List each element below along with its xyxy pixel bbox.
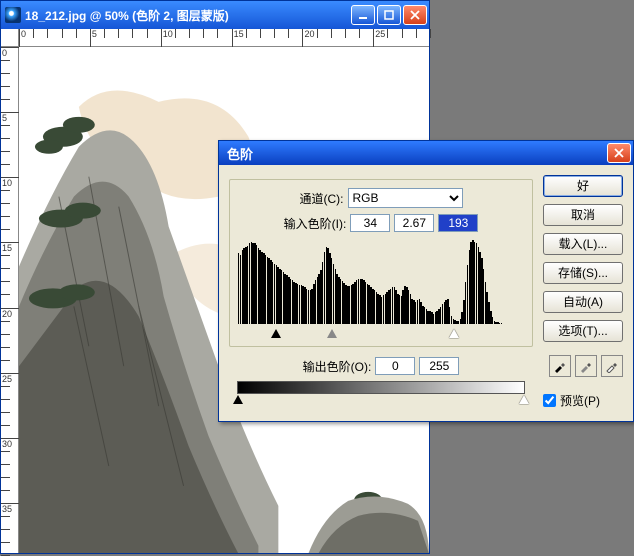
channel-label: 通道(C): bbox=[300, 190, 344, 207]
preview-checkbox[interactable] bbox=[543, 394, 556, 407]
black-eyedropper[interactable] bbox=[549, 355, 571, 377]
close-button[interactable] bbox=[403, 5, 427, 25]
output-gradient[interactable] bbox=[237, 381, 525, 394]
histogram bbox=[238, 238, 524, 338]
preview-label: 预览(P) bbox=[560, 392, 600, 409]
output-black-field[interactable]: 0 bbox=[375, 357, 415, 375]
input-group: 通道(C): RGB 输入色阶(I): 34 2.67 193 bbox=[229, 179, 533, 347]
cancel-button[interactable]: 取消 bbox=[543, 204, 623, 226]
ok-button[interactable]: 好 bbox=[543, 175, 623, 197]
ruler-vertical: 05101520253035 bbox=[1, 47, 19, 553]
save-button[interactable]: 存储(S)... bbox=[543, 262, 623, 284]
output-white-field[interactable]: 255 bbox=[419, 357, 459, 375]
black-point-slider[interactable] bbox=[271, 329, 281, 338]
gamma-slider[interactable] bbox=[327, 329, 337, 338]
document-titlebar[interactable]: 18_212.jpg @ 50% (色阶 2, 图层蒙版) bbox=[1, 1, 429, 29]
dialog-close-button[interactable] bbox=[607, 143, 631, 163]
ruler-corner bbox=[1, 29, 19, 47]
ruler-horizontal: 0510152025 bbox=[19, 29, 429, 47]
input-black-field[interactable]: 34 bbox=[350, 214, 390, 232]
input-gamma-field[interactable]: 2.67 bbox=[394, 214, 434, 232]
auto-button[interactable]: 自动(A) bbox=[543, 291, 623, 313]
output-white-slider[interactable] bbox=[519, 395, 529, 404]
white-point-slider[interactable] bbox=[449, 329, 459, 338]
maximize-button[interactable] bbox=[377, 5, 401, 25]
output-levels-label: 输出色阶(O): bbox=[303, 358, 372, 375]
app-icon bbox=[5, 7, 21, 23]
load-button[interactable]: 载入(L)... bbox=[543, 233, 623, 255]
document-title: 18_212.jpg @ 50% (色阶 2, 图层蒙版) bbox=[25, 7, 351, 24]
options-button[interactable]: 选项(T)... bbox=[543, 320, 623, 342]
levels-dialog: 色阶 通道(C): RGB 输入色阶(I): 34 2.67 193 bbox=[218, 140, 634, 422]
output-black-slider[interactable] bbox=[233, 395, 243, 404]
input-levels-label: 输入色阶(I): bbox=[284, 215, 347, 232]
minimize-button[interactable] bbox=[351, 5, 375, 25]
white-eyedropper[interactable] bbox=[601, 355, 623, 377]
channel-select[interactable]: RGB bbox=[348, 188, 463, 208]
input-white-field[interactable]: 193 bbox=[438, 214, 478, 232]
gray-eyedropper[interactable] bbox=[575, 355, 597, 377]
dialog-titlebar[interactable]: 色阶 bbox=[219, 141, 633, 165]
dialog-title: 色阶 bbox=[223, 144, 607, 163]
input-slider[interactable] bbox=[238, 324, 524, 338]
